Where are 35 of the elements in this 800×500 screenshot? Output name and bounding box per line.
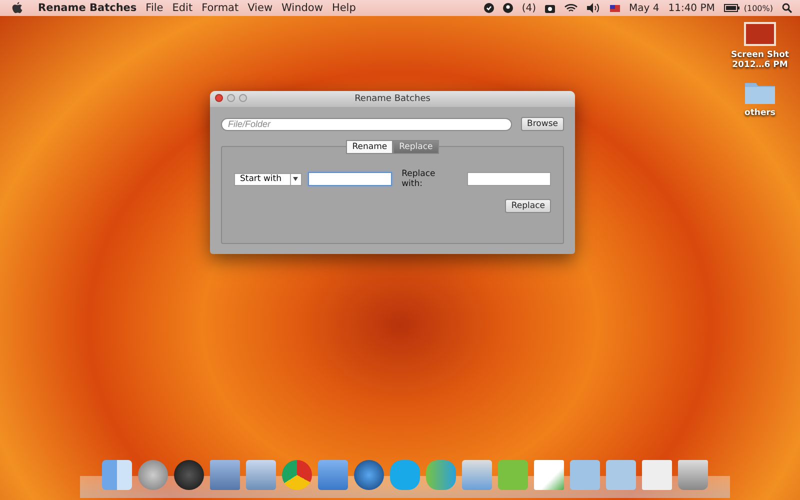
battery-percentage: (100%) [744,4,773,12]
wifi-icon[interactable] [564,3,578,13]
search-icon[interactable] [782,3,792,13]
minimize-button[interactable] [227,94,235,102]
path-field[interactable]: File/Folder [221,118,512,130]
window-title: Rename Batches [354,94,430,104]
check-circle-icon[interactable] [484,3,494,13]
mode-dropdown[interactable]: Start with [234,172,302,186]
date-label[interactable]: May 4 [629,2,660,14]
battery-icon[interactable] [724,4,740,12]
desktop-icon-label[interactable]: Screen Shot 2012…6 PM [728,50,792,70]
replace-button[interactable]: Replace [505,199,551,213]
camera-icon[interactable] [545,3,555,13]
replace-field[interactable] [467,172,551,186]
menu-item[interactable]: Format [202,2,239,14]
menu-item[interactable]: Edit [172,2,193,14]
app-menu[interactable]: Rename Batches [38,2,137,14]
menu-item[interactable]: View [248,2,273,14]
zoom-button[interactable] [239,94,247,102]
browse-button[interactable]: Browse [521,117,564,131]
menu-item[interactable]: Help [332,2,356,14]
image-thumbnail-icon[interactable] [744,22,776,46]
apple-icon[interactable] [12,2,23,14]
replace-with-label: Replace with: [402,169,436,189]
tab[interactable]: Rename [346,140,394,154]
speaker-icon[interactable] [587,3,601,13]
notification-count: (4) [522,2,536,14]
menu-item[interactable]: Window [282,2,323,14]
find-field[interactable] [308,172,392,186]
caret-icon [293,177,298,181]
close-button[interactable] [215,94,223,102]
clock-label[interactable]: 11:40 PM [668,2,715,14]
flag-icon[interactable] [610,4,620,12]
tab[interactable]: Replace [393,140,439,154]
menu-item[interactable]: File [146,2,164,14]
